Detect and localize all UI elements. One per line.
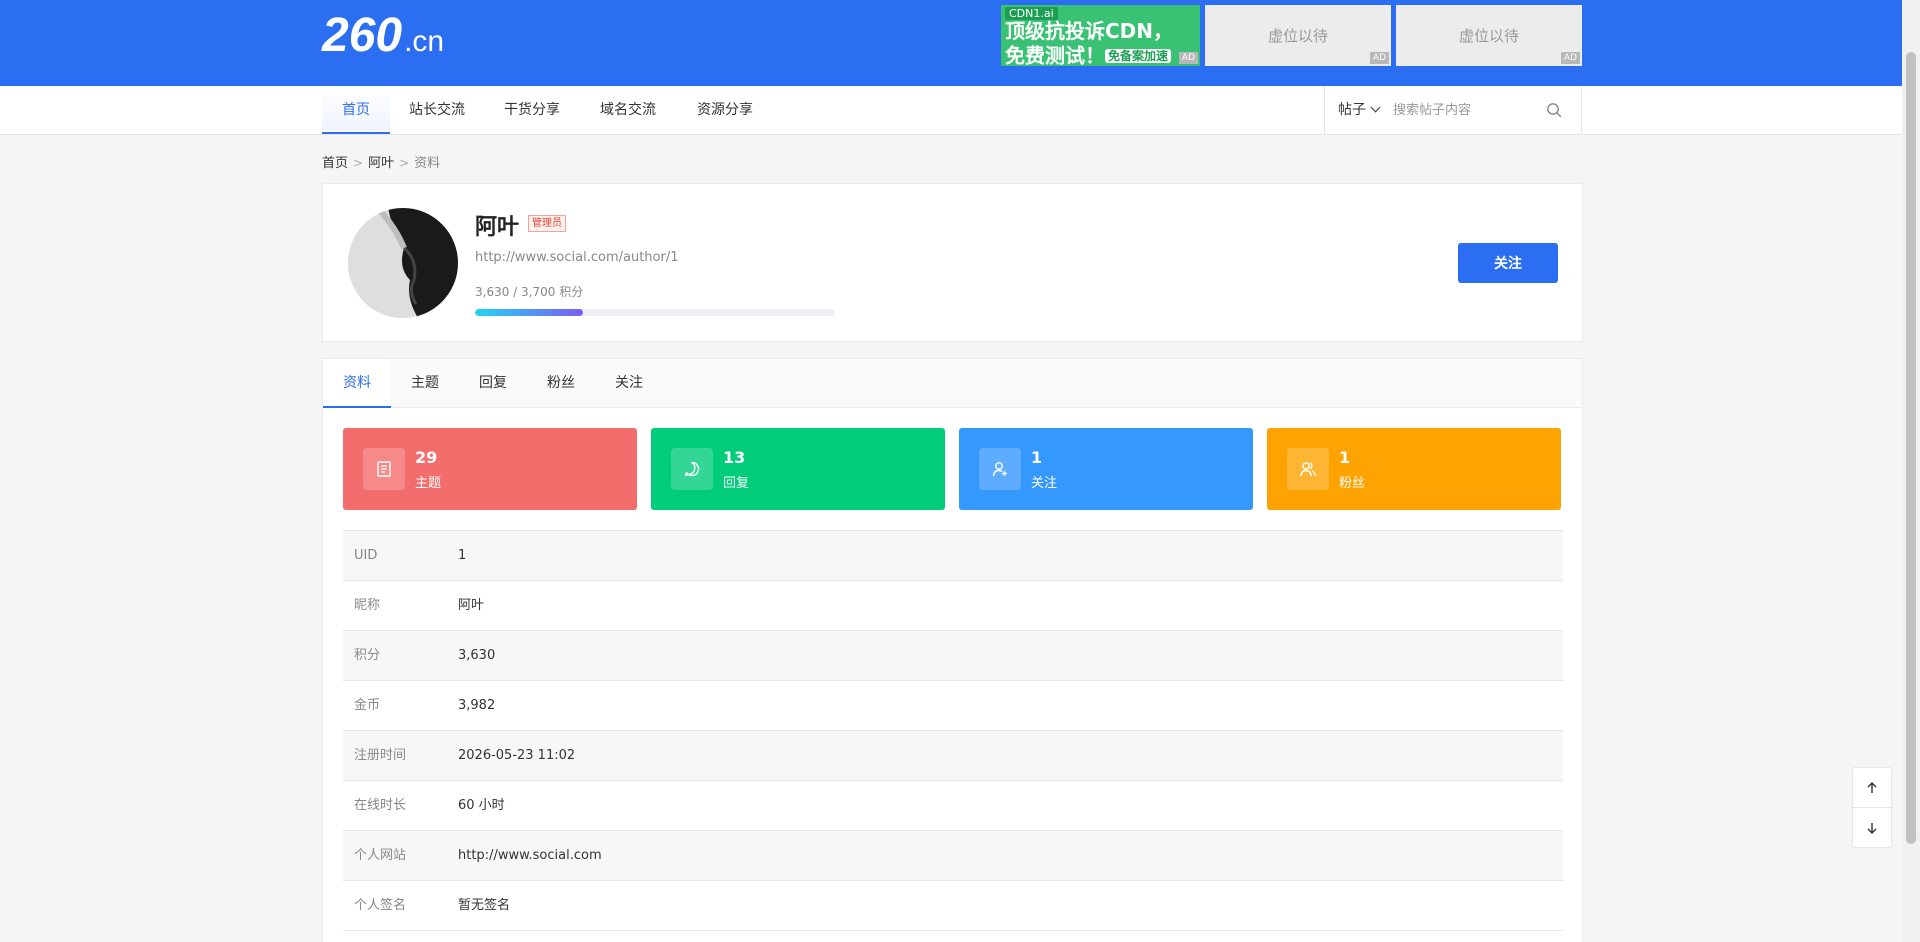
logo-main: 260 — [322, 9, 403, 62]
stat-value: 29 — [415, 448, 438, 467]
avatar-image — [348, 208, 458, 318]
tab-replies[interactable]: 回复 — [459, 359, 527, 408]
ad-banner-cdn[interactable]: CDN1.ai 顶级抗投诉CDN， 免费测试！ 免备案加速 AD — [1001, 5, 1200, 66]
nav-item-home[interactable]: 首页 — [322, 86, 390, 134]
stat-label: 粉丝 — [1339, 476, 1366, 491]
nav-item-tips[interactable]: 干货分享 — [497, 86, 567, 134]
stat-label: 主题 — [415, 476, 442, 491]
info-row-signature: 个人签名 暂无签名 — [343, 881, 1563, 931]
nav-item-webmaster[interactable]: 站长交流 — [402, 86, 472, 134]
info-value: 3,982 — [458, 698, 496, 713]
breadcrumb-separator-icon: > — [353, 156, 364, 170]
info-key: 昵称 — [354, 598, 381, 613]
breadcrumb-user[interactable]: 阿叶 — [368, 156, 394, 171]
stat-card-topics[interactable]: 29 主题 — [343, 428, 637, 510]
info-key: 金币 — [354, 698, 381, 713]
role-badge: 管理员 — [528, 215, 566, 232]
breadcrumb-separator-icon: > — [399, 156, 410, 170]
points-text: 3,630 / 3,700 积分 — [475, 285, 584, 299]
points-progress-fill — [475, 309, 583, 316]
breadcrumb: 首页 > 阿叶 > 资料 — [322, 152, 440, 171]
logo-tld: .cn — [404, 25, 445, 58]
nav-item-domains[interactable]: 域名交流 — [593, 86, 663, 134]
ad-slot-2[interactable]: 虚位以待 AD — [1396, 5, 1582, 66]
info-key: 在线时长 — [354, 798, 407, 813]
stat-value: 1 — [1031, 448, 1043, 467]
scroll-top-button[interactable] — [1853, 768, 1891, 808]
info-key: 个人签名 — [354, 898, 407, 913]
main-nav: 首页 站长交流 干货分享 域名交流 资源分享 帖子 — [0, 86, 1902, 135]
ad-headline: 顶级抗投诉CDN， — [1005, 19, 1174, 43]
stat-card-replies[interactable]: 13 回复 — [651, 428, 945, 510]
profile-name: 阿叶 — [475, 215, 520, 240]
ad-subline-tag: 免备案加速 — [1105, 48, 1172, 63]
profile-detail-card: 资料 主题 回复 粉丝 关注 29 主题 13 回复 1 关注 1 粉丝 UID… — [322, 358, 1583, 942]
info-row-register-time: 注册时间 2026-05-23 11:02 — [343, 731, 1563, 781]
ad-tag: AD — [1560, 52, 1580, 64]
profile-url[interactable]: http://www.social.com/author/1 — [475, 250, 679, 265]
info-value: 2026-05-23 11:02 — [458, 748, 576, 763]
search-input[interactable] — [1393, 98, 1543, 122]
info-row-uid: UID 1 — [343, 531, 1563, 581]
site-logo[interactable]: 260.cn — [322, 8, 444, 63]
follow-button[interactable]: 关注 — [1458, 243, 1558, 283]
stat-label: 关注 — [1031, 476, 1058, 491]
info-key: UID — [354, 548, 378, 563]
scrollbar-thumb[interactable] — [1906, 52, 1916, 844]
tab-profile[interactable]: 资料 — [323, 359, 391, 408]
tab-fans[interactable]: 粉丝 — [527, 359, 595, 408]
info-row-website: 个人网站 http://www.social.com — [343, 831, 1563, 881]
ad-slot-text: 虚位以待 — [1267, 27, 1328, 45]
info-value: 1 — [458, 548, 467, 563]
tab-topics[interactable]: 主题 — [391, 359, 459, 408]
info-key: 积分 — [354, 648, 381, 663]
ad-slot-text: 虚位以待 — [1458, 27, 1519, 45]
stat-card-fans[interactable]: 1 粉丝 — [1267, 428, 1561, 510]
profile-tabs: 资料 主题 回复 粉丝 关注 — [323, 359, 1582, 408]
stat-value: 1 — [1339, 448, 1351, 467]
info-row-nickname: 昵称 阿叶 — [343, 581, 1563, 631]
info-value: 3,630 — [458, 648, 496, 663]
user-add-icon — [979, 448, 1021, 490]
ad-subline: 免费测试！ 免备案加速 — [1005, 43, 1172, 67]
stat-label: 回复 — [723, 476, 750, 491]
info-row-coins: 金币 3,982 — [343, 681, 1563, 731]
page-scrollbar[interactable] — [1902, 0, 1920, 942]
info-value: 阿叶 — [458, 598, 485, 613]
avatar[interactable] — [348, 208, 458, 318]
ad-slot-1[interactable]: 虚位以待 AD — [1205, 5, 1391, 66]
nav-item-resources[interactable]: 资源分享 — [690, 86, 760, 134]
profile-card: 阿叶 管理员 http://www.social.com/author/1 3,… — [322, 183, 1583, 342]
info-row-online-time: 在线时长 60 小时 — [343, 781, 1563, 831]
search-box: 帖子 — [1324, 86, 1582, 134]
points-progress-bar — [475, 309, 835, 316]
scroll-buttons — [1852, 767, 1892, 848]
info-key: 个人网站 — [354, 848, 407, 863]
chat-bubble-icon — [671, 448, 713, 490]
ad-subline-text: 免费测试！ — [1005, 43, 1105, 67]
breadcrumb-home[interactable]: 首页 — [322, 156, 348, 171]
stat-card-following[interactable]: 1 关注 — [959, 428, 1253, 510]
info-key: 注册时间 — [354, 748, 407, 763]
info-table: UID 1 昵称 阿叶 积分 3,630 金币 3,982 注册时间 2026-05-23… — [343, 530, 1563, 931]
info-value: 60 小时 — [458, 798, 505, 813]
ad-tag: AD — [1178, 52, 1198, 64]
breadcrumb-current: 资料 — [414, 156, 441, 171]
document-icon — [363, 448, 405, 490]
stat-value: 13 — [723, 448, 746, 467]
arrow-down-icon — [1867, 823, 1877, 834]
top-header: 260.cn CDN1.ai 顶级抗投诉CDN， 免费测试！ 免备案加速 AD 虚… — [0, 0, 1902, 86]
search-type-select[interactable]: 帖子 — [1338, 86, 1381, 134]
info-value: 暂无签名 — [458, 898, 511, 913]
search-icon[interactable] — [1546, 102, 1562, 118]
scroll-bottom-button[interactable] — [1853, 808, 1891, 848]
chevron-down-icon — [1370, 102, 1381, 113]
tab-following[interactable]: 关注 — [595, 359, 663, 408]
arrow-up-icon — [1867, 781, 1877, 793]
ad-tag: AD — [1369, 52, 1389, 64]
info-value[interactable]: http://www.social.com — [458, 831, 602, 880]
users-icon — [1287, 448, 1329, 490]
info-row-points: 积分 3,630 — [343, 631, 1563, 681]
search-type-label: 帖子 — [1338, 102, 1366, 118]
